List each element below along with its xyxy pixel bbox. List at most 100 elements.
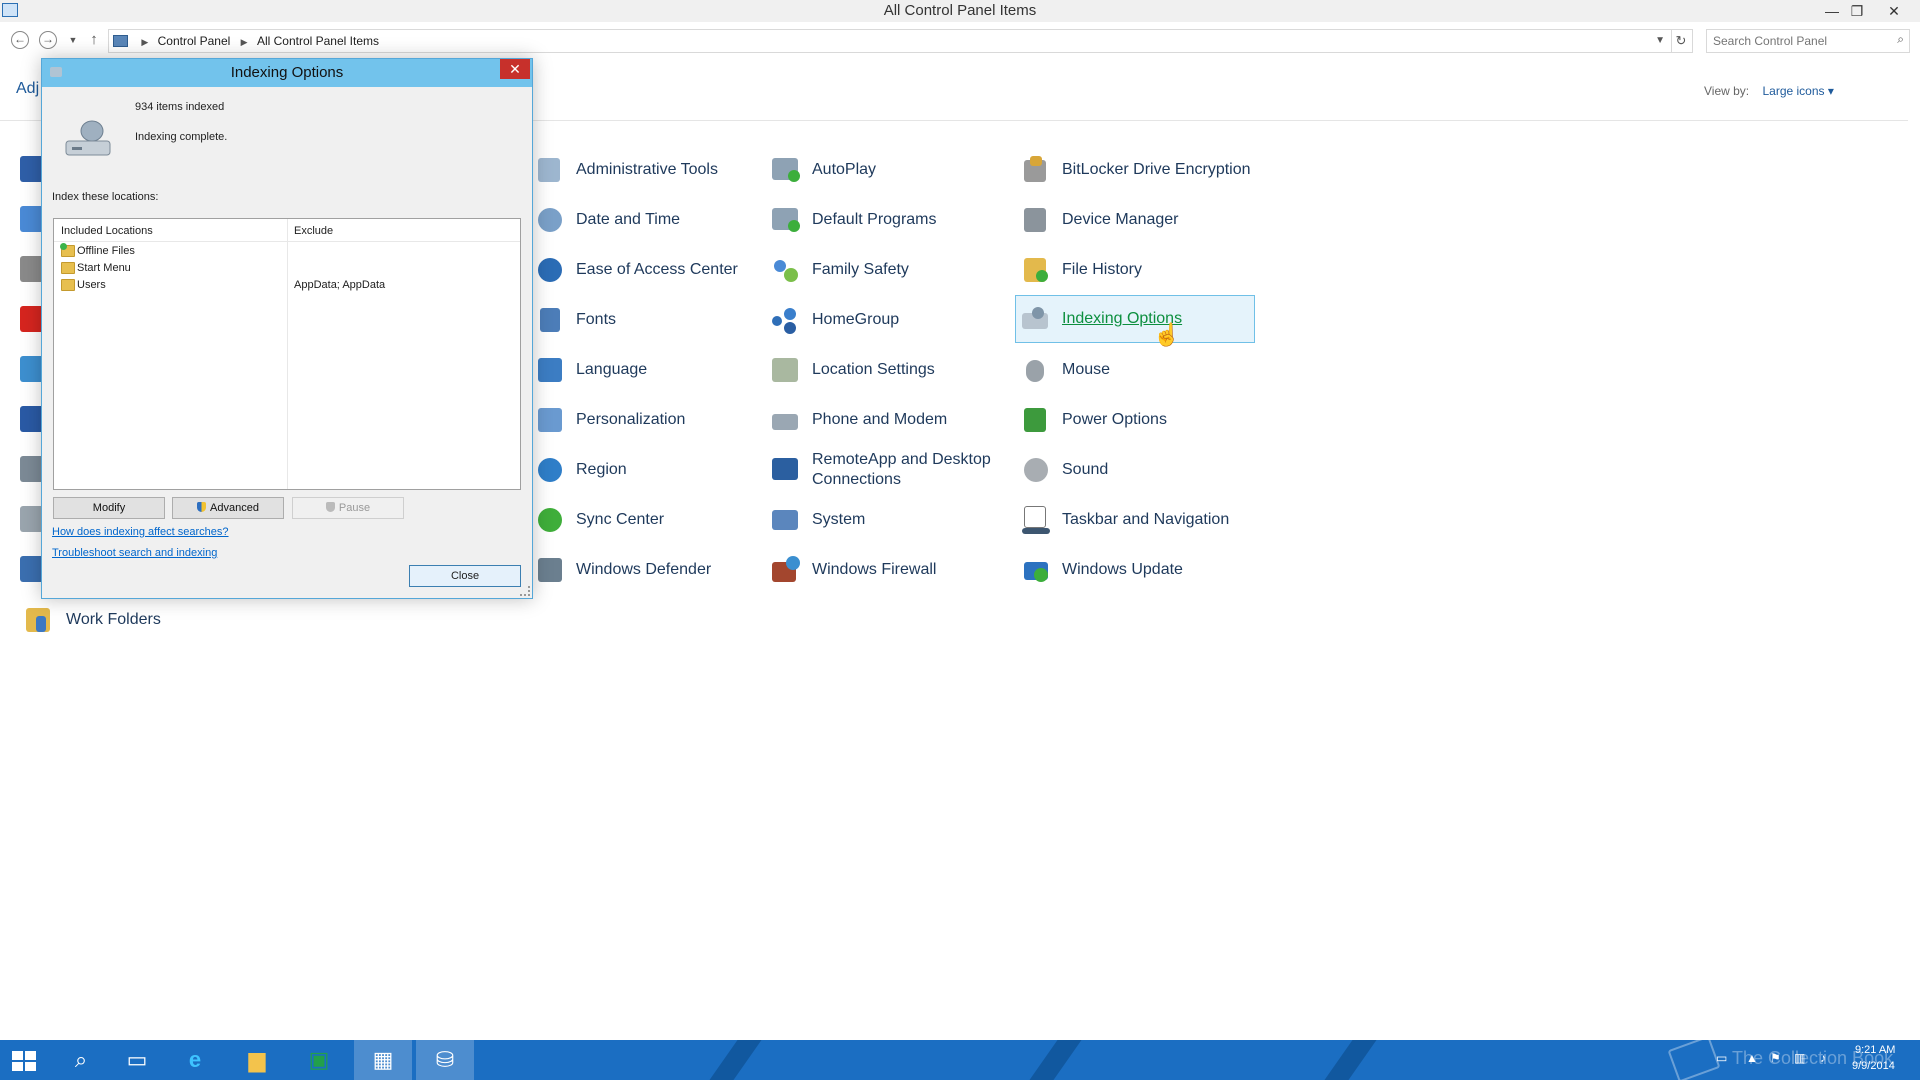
item-taskbar-navigation[interactable]: Taskbar and Navigation: [1016, 496, 1256, 544]
date-time-icon: [534, 204, 566, 236]
close-button[interactable]: Close: [409, 565, 521, 587]
item-family-safety[interactable]: Family Safety: [766, 246, 1006, 294]
index-locations-label: Index these locations:: [52, 191, 159, 203]
control-panel-app-icon[interactable]: [2, 3, 18, 17]
item-file-history[interactable]: File History: [1016, 246, 1256, 294]
volume-icon[interactable]: ♪: [1820, 1052, 1834, 1064]
item-device-manager[interactable]: Device Manager: [1016, 196, 1256, 244]
restore-button[interactable]: ❐: [1843, 0, 1871, 22]
item-date-and-time[interactable]: Date and Time: [530, 196, 770, 244]
breadcrumb-separator-icon[interactable]: ▶: [241, 31, 248, 53]
administrative-tools-icon: [534, 154, 566, 186]
item-label: Phone and Modem: [812, 411, 948, 428]
indexing-options-icon: [1020, 303, 1052, 335]
action-center-flag-icon[interactable]: ⚑: [1770, 1052, 1784, 1064]
item-default-programs[interactable]: Default Programs: [766, 196, 1006, 244]
item-sound[interactable]: Sound: [1016, 446, 1256, 494]
item-remoteapp[interactable]: RemoteApp and Desktop Connections: [766, 446, 1006, 494]
column-header-included[interactable]: Included Locations: [61, 225, 153, 237]
item-label: Date and Time: [576, 211, 681, 228]
item-windows-firewall[interactable]: Windows Firewall: [766, 546, 1006, 594]
dialog-titlebar[interactable]: Indexing Options ✕: [42, 59, 532, 87]
search-icon[interactable]: ⌕: [1897, 32, 1904, 47]
search-input[interactable]: [1707, 30, 1885, 52]
item-ease-of-access[interactable]: Ease of Access Center: [530, 246, 770, 294]
item-autoplay[interactable]: AutoPlay: [766, 146, 1006, 194]
item-administrative-tools[interactable]: Administrative Tools: [530, 146, 770, 194]
item-windows-defender[interactable]: Windows Defender: [530, 546, 770, 594]
item-fonts[interactable]: Fonts: [530, 296, 770, 344]
item-bitlocker[interactable]: BitLocker Drive Encryption: [1016, 146, 1256, 194]
dialog-close-button[interactable]: ✕: [500, 59, 530, 79]
item-indexing-options[interactable]: Indexing Options: [1015, 295, 1255, 343]
taskbar-stripe: [1310, 1040, 1384, 1080]
store-icon[interactable]: ▣: [292, 1040, 346, 1080]
troubleshoot-link[interactable]: Troubleshoot search and indexing: [52, 547, 217, 559]
close-window-button[interactable]: ✕: [1880, 0, 1908, 22]
item-location-settings[interactable]: Location Settings: [766, 346, 1006, 394]
advanced-button[interactable]: Advanced: [172, 497, 284, 519]
control-panel-taskbar-icon[interactable]: ▦: [354, 1040, 412, 1080]
modify-button[interactable]: Modify: [53, 497, 165, 519]
item-phone-and-modem[interactable]: Phone and Modem: [766, 396, 1006, 444]
search-box[interactable]: ⌕: [1706, 29, 1910, 53]
location-exclude: AppData; AppData: [294, 279, 386, 291]
breadcrumb-control-panel[interactable]: Control Panel: [158, 30, 231, 52]
locations-table[interactable]: Included Locations Exclude Offline Files…: [53, 218, 521, 490]
task-view-icon[interactable]: ▭: [110, 1040, 164, 1080]
recent-locations-chevron-icon[interactable]: ▼: [63, 30, 83, 50]
item-label: System: [812, 511, 866, 528]
show-hidden-icons-icon[interactable]: ▲: [1746, 1052, 1760, 1064]
windows-logo-icon: [12, 1051, 36, 1071]
item-language[interactable]: Language: [530, 346, 770, 394]
item-homegroup[interactable]: HomeGroup: [766, 296, 1006, 344]
work-folders-icon: [24, 604, 56, 636]
clock-time[interactable]: 9:21 AM: [1855, 1044, 1895, 1056]
breadcrumb-all-items[interactable]: All Control Panel Items: [257, 30, 379, 52]
item-region[interactable]: Region: [530, 446, 770, 494]
internet-explorer-icon[interactable]: e: [168, 1040, 222, 1080]
refresh-button[interactable]: ↻: [1670, 29, 1693, 53]
item-sync-center[interactable]: Sync Center: [530, 496, 770, 544]
back-button[interactable]: ←: [11, 31, 29, 49]
item-label: Windows Firewall: [812, 561, 937, 578]
item-personalization[interactable]: Personalization: [530, 396, 770, 444]
start-button[interactable]: [0, 1040, 54, 1080]
item-power-options[interactable]: Power Options: [1016, 396, 1256, 444]
item-label: BitLocker Drive Encryption: [1062, 161, 1251, 178]
how-indexing-link[interactable]: How does indexing affect searches?: [52, 526, 229, 538]
bitlocker-icon: [1020, 154, 1052, 186]
breadcrumb-separator-icon[interactable]: ▶: [141, 31, 148, 53]
clock-date[interactable]: 9/9/2014: [1852, 1060, 1895, 1072]
table-row[interactable]: Users AppData; AppData: [54, 277, 520, 294]
file-history-icon: [1020, 254, 1052, 286]
mouse-icon: [1020, 354, 1052, 386]
up-button[interactable]: ↑: [84, 30, 104, 50]
uac-shield-icon: [197, 502, 207, 512]
table-row[interactable]: Offline Files: [54, 243, 520, 260]
item-mouse[interactable]: Mouse: [1016, 346, 1256, 394]
address-box[interactable]: ▶ Control Panel ▶ All Control Panel Item…: [108, 29, 1672, 53]
network-icon[interactable]: ▥: [1794, 1052, 1808, 1064]
desktop-toolbar-icon[interactable]: ▭: [1716, 1052, 1730, 1064]
system-icon: [770, 504, 802, 536]
table-row[interactable]: Start Menu: [54, 260, 520, 277]
indexing-options-taskbar-icon[interactable]: ⛁: [416, 1040, 474, 1080]
item-label: Windows Update: [1062, 561, 1183, 578]
personalization-icon: [534, 404, 566, 436]
item-label: Mouse: [1062, 361, 1111, 378]
item-windows-update[interactable]: Windows Update: [1016, 546, 1256, 594]
search-taskbar-icon[interactable]: ⌕: [54, 1040, 108, 1080]
resize-grip[interactable]: [520, 586, 530, 596]
minimize-button[interactable]: —: [1818, 0, 1846, 22]
forward-button[interactable]: →: [39, 31, 57, 49]
column-header-exclude[interactable]: Exclude: [294, 225, 333, 237]
file-explorer-icon[interactable]: ▆: [230, 1040, 284, 1080]
view-by-dropdown[interactable]: Large icons ▾: [1762, 84, 1833, 98]
item-system[interactable]: System: [766, 496, 1006, 544]
item-work-folders[interactable]: Work Folders: [20, 596, 260, 644]
item-label: Power Options: [1062, 411, 1167, 428]
address-dropdown-chevron-icon[interactable]: ▼: [1655, 30, 1665, 52]
indexing-small-icon: [50, 67, 62, 77]
item-label: HomeGroup: [812, 311, 900, 328]
